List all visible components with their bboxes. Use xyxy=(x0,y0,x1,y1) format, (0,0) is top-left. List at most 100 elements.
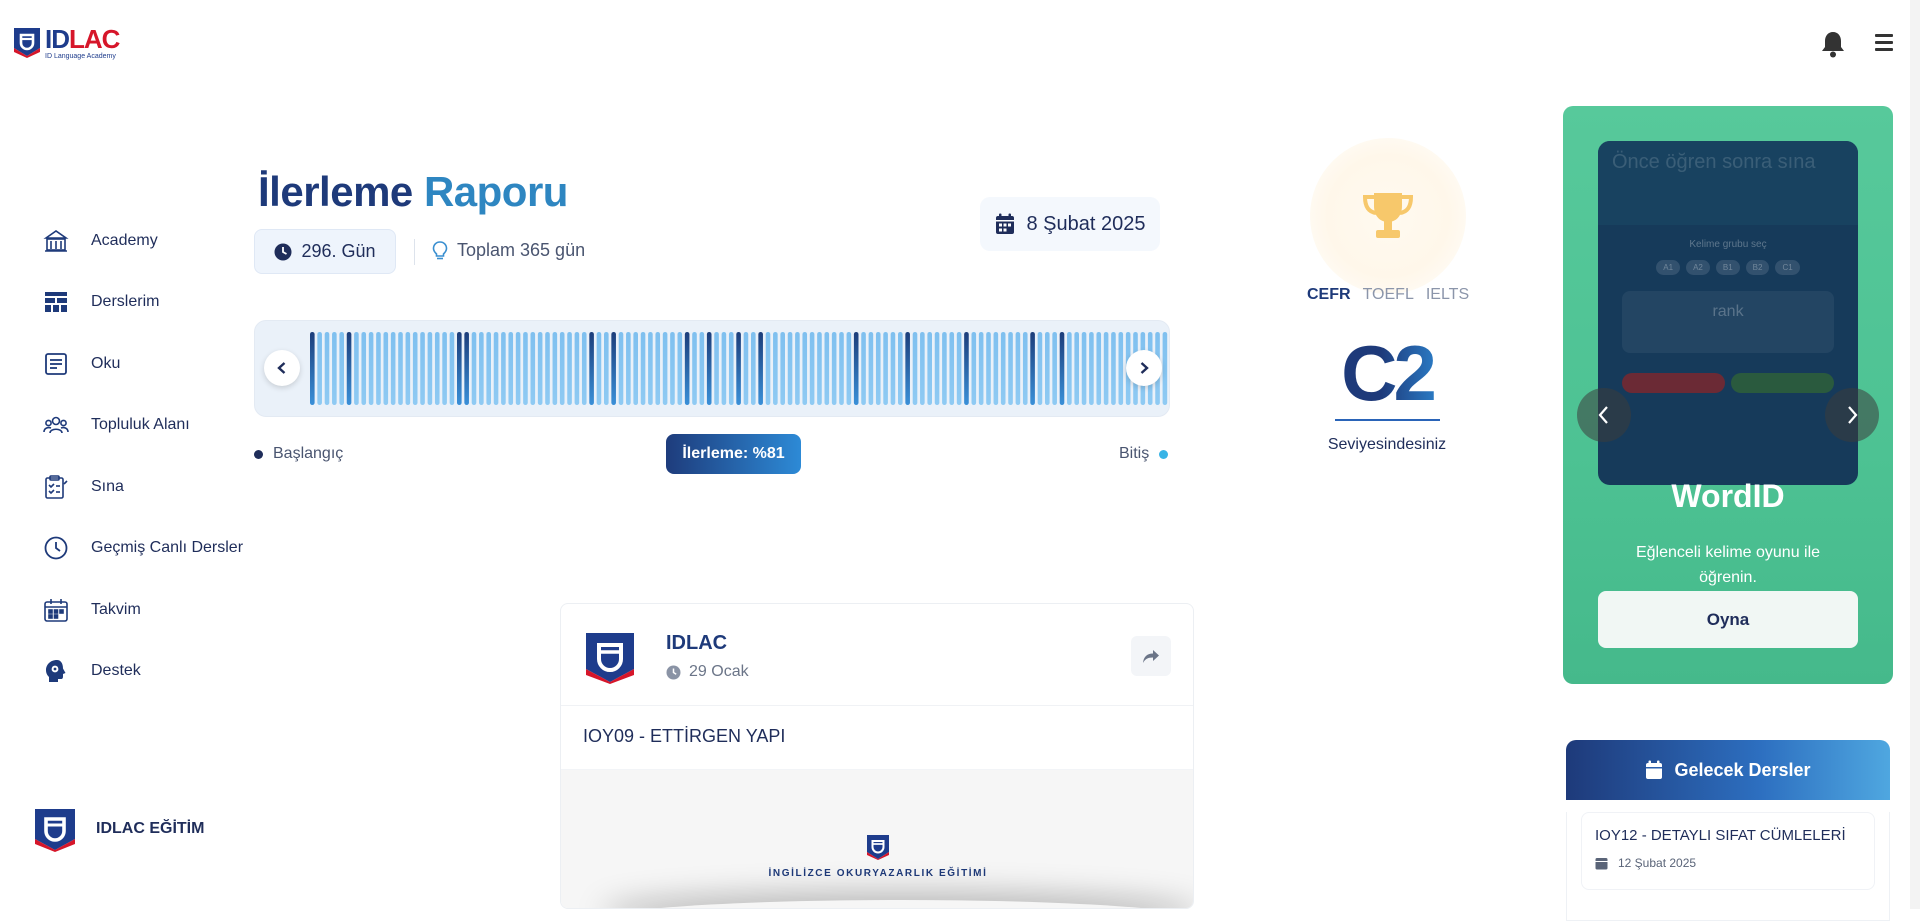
timeline-day-bar[interactable] xyxy=(545,332,550,405)
timeline-day-bar[interactable] xyxy=(817,332,822,405)
timeline-day-bar[interactable] xyxy=(1067,332,1072,405)
timeline-day-bar[interactable] xyxy=(670,332,675,405)
timeline-day-bar[interactable] xyxy=(1023,332,1028,405)
tab-toefl[interactable]: TOEFL xyxy=(1363,286,1414,304)
timeline-day-bar[interactable] xyxy=(1008,332,1013,405)
timeline-day-bar[interactable] xyxy=(986,332,991,405)
timeline-day-bar[interactable] xyxy=(1052,332,1057,405)
timeline-day-bar[interactable] xyxy=(567,332,572,405)
scrollbar[interactable] xyxy=(1910,0,1920,909)
timeline-day-bar[interactable] xyxy=(560,332,565,405)
timeline-day-bar[interactable] xyxy=(869,332,874,405)
timeline-day-bar[interactable] xyxy=(736,332,741,405)
bell-icon[interactable] xyxy=(1820,30,1846,58)
timeline-day-bar[interactable] xyxy=(325,332,330,405)
timeline-day-bar[interactable] xyxy=(685,332,690,405)
timeline-day-bar[interactable] xyxy=(1016,332,1021,405)
timeline-day-bar[interactable] xyxy=(317,332,322,405)
timeline-prev-button[interactable] xyxy=(264,350,300,386)
timeline-day-bar[interactable] xyxy=(369,332,374,405)
timeline-day-bar[interactable] xyxy=(994,332,999,405)
timeline-day-bar[interactable] xyxy=(391,332,396,405)
timeline-day-bar[interactable] xyxy=(1082,332,1087,405)
brand-logo[interactable]: IDLAC ID Language Academy xyxy=(12,26,119,60)
timeline-day-bar[interactable] xyxy=(839,332,844,405)
wordid-prev-button[interactable] xyxy=(1577,388,1631,442)
timeline-day-bar[interactable] xyxy=(361,332,366,405)
timeline-day-bar[interactable] xyxy=(347,332,352,405)
timeline-day-bar[interactable] xyxy=(678,332,683,405)
sidebar-item-academy[interactable]: Academy xyxy=(20,210,250,272)
sidebar-item-topluluk[interactable]: Topluluk Alanı xyxy=(20,395,250,457)
timeline-day-bar[interactable] xyxy=(949,332,954,405)
post-author[interactable]: IDLAC xyxy=(666,632,727,655)
tab-cefr[interactable]: CEFR xyxy=(1307,286,1351,304)
timeline-day-bar[interactable] xyxy=(927,332,932,405)
timeline-day-bar[interactable] xyxy=(384,332,389,405)
timeline-day-bar[interactable] xyxy=(508,332,513,405)
timeline-day-bar[interactable] xyxy=(751,332,756,405)
timeline-day-bar[interactable] xyxy=(457,332,462,405)
timeline-day-bar[interactable] xyxy=(582,332,587,405)
share-button[interactable] xyxy=(1131,636,1171,676)
sidebar-item-gecmis-canli-dersler[interactable]: Geçmiş Canlı Dersler xyxy=(20,518,250,580)
timeline-next-button[interactable] xyxy=(1126,350,1162,386)
timeline-day-bar[interactable] xyxy=(758,332,763,405)
list-item[interactable]: IOY12 - DETAYLI SIFAT CÜMLELERİ 12 Şubat… xyxy=(1581,812,1875,890)
sidebar-item-destek[interactable]: Destek xyxy=(20,641,250,703)
timeline-day-bar[interactable] xyxy=(788,332,793,405)
timeline-day-bar[interactable] xyxy=(597,332,602,405)
timeline-day-bar[interactable] xyxy=(876,332,881,405)
timeline-day-bar[interactable] xyxy=(376,332,381,405)
sidebar-item-derslerim[interactable]: Derslerim xyxy=(20,272,250,334)
timeline-day-bar[interactable] xyxy=(611,332,616,405)
timeline-day-bar[interactable] xyxy=(479,332,484,405)
timeline-day-bar[interactable] xyxy=(883,332,888,405)
timeline-day-bar[interactable] xyxy=(1030,332,1035,405)
timeline-day-bar[interactable] xyxy=(692,332,697,405)
timeline-day-bar[interactable] xyxy=(905,332,910,405)
timeline-day-bar[interactable] xyxy=(472,332,477,405)
timeline-day-bar[interactable] xyxy=(700,332,705,405)
timeline-day-bar[interactable] xyxy=(538,332,543,405)
timeline-day-bar[interactable] xyxy=(942,332,947,405)
timeline-day-bar[interactable] xyxy=(891,332,896,405)
timeline-day-bar[interactable] xyxy=(339,332,344,405)
timeline-day-bar[interactable] xyxy=(714,332,719,405)
timeline-day-bar[interactable] xyxy=(494,332,499,405)
timeline-day-bar[interactable] xyxy=(832,332,837,405)
timeline-day-bar[interactable] xyxy=(406,332,411,405)
timeline-day-bar[interactable] xyxy=(1089,332,1094,405)
timeline-day-bar[interactable] xyxy=(861,332,866,405)
timeline-day-bar[interactable] xyxy=(810,332,815,405)
timeline-day-bar[interactable] xyxy=(722,332,727,405)
play-button[interactable]: Oyna xyxy=(1598,591,1858,648)
timeline-day-bar[interactable] xyxy=(847,332,852,405)
timeline-day-bar[interactable] xyxy=(1060,332,1065,405)
timeline-day-bar[interactable] xyxy=(516,332,521,405)
timeline-day-bar[interactable] xyxy=(442,332,447,405)
timeline-day-bar[interactable] xyxy=(964,332,969,405)
timeline-day-bar[interactable] xyxy=(854,332,859,405)
timeline-day-bar[interactable] xyxy=(935,332,940,405)
timeline-day-bar[interactable] xyxy=(825,332,830,405)
timeline-day-bar[interactable] xyxy=(802,332,807,405)
timeline-day-bar[interactable] xyxy=(435,332,440,405)
timeline-day-bar[interactable] xyxy=(655,332,660,405)
timeline-day-bar[interactable] xyxy=(413,332,418,405)
timeline-day-bar[interactable] xyxy=(398,332,403,405)
timeline-day-bar[interactable] xyxy=(604,332,609,405)
tab-ielts[interactable]: IELTS xyxy=(1426,286,1469,304)
timeline-day-bar[interactable] xyxy=(766,332,771,405)
timeline-day-bar[interactable] xyxy=(589,332,594,405)
timeline-day-bar[interactable] xyxy=(780,332,785,405)
timeline-day-bar[interactable] xyxy=(1111,332,1116,405)
timeline-day-bar[interactable] xyxy=(619,332,624,405)
timeline-day-bar[interactable] xyxy=(744,332,749,405)
timeline-day-bar[interactable] xyxy=(575,332,580,405)
timeline-day-bar[interactable] xyxy=(332,332,337,405)
timeline-day-bar[interactable] xyxy=(979,332,984,405)
timeline-day-bar[interactable] xyxy=(972,332,977,405)
timeline-day-bar[interactable] xyxy=(913,332,918,405)
timeline-day-bar[interactable] xyxy=(553,332,558,405)
